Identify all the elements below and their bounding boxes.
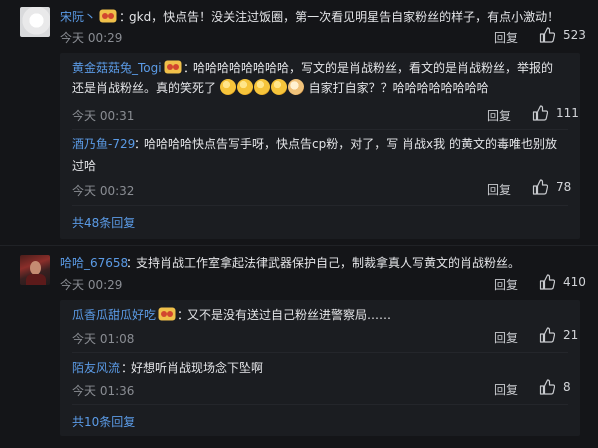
like-button[interactable]: 523 — [539, 27, 586, 43]
reply-panel: 瓜香瓜甜瓜好吃 ： 又不是没有送过自己粉丝进警察局…… 今天 01:08 回复 … — [60, 300, 580, 436]
reply-time: 今天 01:36 — [72, 384, 135, 398]
reply-username[interactable]: 酒乃鱼-729 — [72, 135, 135, 152]
reply-text-line2: 过哈 — [72, 159, 97, 173]
comment-username[interactable]: 哈哈_67658 — [60, 254, 128, 271]
reply-text-line2: 还是肖战粉丝。真的笑死了 自家打自家？？哈哈哈哈哈哈哈哈 — [72, 79, 489, 96]
reply-button[interactable]: 回复 — [494, 29, 518, 46]
reply-username[interactable]: 陌友风流 — [72, 359, 120, 376]
comment-text: 支持肖战工作室拿起法律武器保护自己，制裁拿真人写黄文的肖战粉丝。 — [136, 256, 521, 270]
reply-username[interactable]: 黄金菇菇兔_Togi — [72, 59, 162, 76]
like-button[interactable]: 410 — [539, 274, 586, 290]
divider — [72, 129, 568, 130]
like-button[interactable]: 8 — [539, 379, 571, 395]
like-button[interactable]: 78 — [532, 179, 571, 195]
thumb-up-icon — [539, 327, 555, 343]
fan-badge-icon — [158, 306, 176, 321]
like-count: 21 — [563, 328, 579, 342]
comment-time: 今天 00:29 — [60, 278, 123, 292]
like-count: 410 — [563, 275, 586, 289]
thumb-up-icon — [532, 179, 548, 195]
thumb-up-icon — [532, 105, 548, 121]
like-button[interactable]: 111 — [532, 105, 579, 121]
avatar[interactable] — [20, 7, 50, 37]
comment-time: 今天 00:29 — [60, 31, 123, 45]
like-count: 111 — [556, 106, 579, 120]
reply-text: 好想听肖战现场念下坠啊 — [131, 361, 264, 375]
reply-button[interactable]: 回复 — [494, 381, 518, 398]
comment-text: gkd，快点告！没关注过饭圈，第一次看见明星告自家粉丝的样子，有点小激动！ — [129, 10, 560, 24]
reply-time: 今天 00:32 — [72, 184, 135, 198]
reply-text-line1: 哈哈哈哈哈哈哈哈，写文的是肖战粉丝，看文的是肖战粉丝，举报的 — [193, 61, 554, 75]
reply-text-part: 自家打自家？？哈哈哈哈哈哈哈哈 — [308, 81, 489, 95]
reply-time: 今天 00:31 — [72, 109, 135, 123]
comment-divider — [0, 245, 598, 246]
dog-emoji-icon — [287, 79, 304, 95]
reply-time: 今天 01:08 — [72, 332, 135, 346]
comment-username[interactable]: 宋阮丶 — [60, 8, 96, 25]
thumb-up-icon — [539, 379, 555, 395]
like-count: 78 — [556, 180, 572, 194]
like-count: 523 — [563, 28, 586, 42]
laughing-emoji-icon — [270, 79, 287, 95]
divider — [72, 352, 568, 353]
avatar[interactable] — [20, 255, 50, 285]
reply-panel: 黄金菇菇兔_Togi ： 哈哈哈哈哈哈哈哈，写文的是肖战粉丝，看文的是肖战粉丝，… — [60, 53, 580, 239]
reply-button[interactable]: 回复 — [494, 276, 518, 293]
laughing-emoji-icon — [236, 79, 253, 95]
laughing-emoji-icon — [219, 79, 236, 95]
fan-badge-icon — [99, 8, 117, 23]
divider — [72, 205, 568, 206]
more-replies-link[interactable]: 共48条回复 — [72, 214, 135, 231]
reply-text: 又不是没有送过自己粉丝进警察局…… — [187, 308, 392, 322]
divider — [72, 404, 568, 405]
reply-button[interactable]: 回复 — [494, 329, 518, 346]
like-count: 8 — [563, 380, 571, 394]
more-replies-link[interactable]: 共10条回复 — [72, 413, 135, 430]
reply-text-part: 还是肖战粉丝。真的笑死了 — [72, 81, 217, 95]
reply-button[interactable]: 回复 — [487, 107, 511, 124]
reply-button[interactable]: 回复 — [487, 181, 511, 198]
reply-username[interactable]: 瓜香瓜甜瓜好吃 — [72, 306, 156, 323]
like-button[interactable]: 21 — [539, 327, 578, 343]
laughing-emoji-icon — [253, 79, 270, 95]
reply-text-line1: 哈哈哈哈快点告写手呀，快点告cp粉，对了，写 肖战x我 的黄文的毒唯也别放 — [144, 137, 557, 151]
thumb-up-icon — [539, 274, 555, 290]
fan-badge-icon — [164, 59, 182, 74]
thumb-up-icon — [539, 27, 555, 43]
